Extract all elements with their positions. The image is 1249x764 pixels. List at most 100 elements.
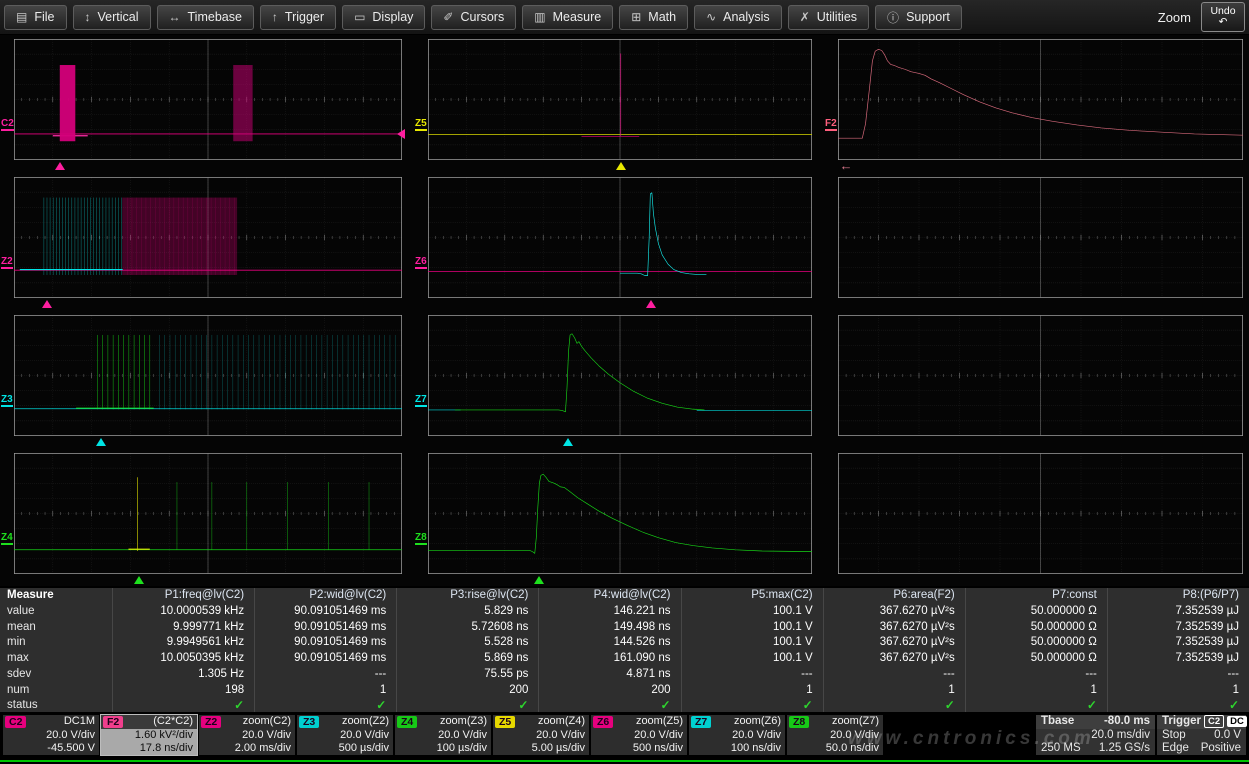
descriptor-offset: 17.8 ns/div [101, 742, 197, 755]
measure-p8-mean: 7.352539 µJ [1107, 620, 1249, 636]
waveform-panel-z6[interactable] [428, 177, 812, 298]
trace-label-cell: Z5 [414, 34, 428, 172]
descriptor-c2[interactable]: C2DC1M20.0 V/div-45.500 V [3, 715, 99, 755]
trace-label-z3[interactable]: Z3 [1, 394, 13, 407]
descriptor-z3[interactable]: Z3zoom(Z2)20.0 V/div500 µs/div [297, 715, 393, 755]
menu-support[interactable]: ⓘSupport [875, 5, 962, 30]
descriptor-z5[interactable]: Z5zoom(Z4)20.0 V/div5.00 µs/div [493, 715, 589, 755]
descriptor-z4[interactable]: Z4zoom(Z3)20.0 V/div100 µs/div [395, 715, 491, 755]
trace-label-c2[interactable]: C2 [1, 118, 14, 131]
trigger-position-marker[interactable] [55, 162, 65, 170]
menu-trigger[interactable]: ↑Trigger [260, 5, 336, 30]
descriptor-source: zoom(Z2) [342, 715, 389, 727]
trigger-position-marker[interactable] [646, 300, 656, 308]
menu-vertical[interactable]: ↕Vertical [73, 5, 151, 30]
descriptor-scale: 1.60 kV²/div [101, 729, 197, 742]
measure-p1-num: 198 [112, 683, 254, 699]
trace-label-z8[interactable]: Z8 [415, 532, 427, 545]
menu-cursors[interactable]: ✐Cursors [431, 5, 516, 30]
descriptor-offset: 100 µs/div [395, 742, 491, 755]
waveform-panel-z7[interactable] [428, 315, 812, 436]
trace-label-z2[interactable]: Z2 [1, 256, 13, 269]
trigger-position-marker[interactable] [534, 576, 544, 584]
descriptor-scale: 20.0 V/div [689, 729, 785, 742]
measure-p3-value: 5.829 ns [396, 604, 538, 620]
waveform-panel-gr4[interactable] [838, 453, 1243, 574]
measure-p3-min: 5.528 ns [396, 635, 538, 651]
menu-measure[interactable]: ▥Measure [522, 5, 613, 30]
descriptor-z2[interactable]: Z2zoom(C2)20.0 V/div2.00 ms/div [199, 715, 295, 755]
descriptor-source: zoom(Z3) [440, 715, 487, 727]
trigger-position-marker[interactable] [96, 438, 106, 446]
channel-tag-z7: Z7 [691, 716, 711, 728]
measure-header-p8[interactable]: P8:(P6/P7) [1107, 588, 1249, 604]
trace-label-cell: F2 [824, 34, 838, 172]
measure-row-label-value: value [0, 604, 112, 620]
descriptor-f2[interactable]: F2(C2*C2)1.60 kV²/div17.8 ns/div [101, 715, 197, 755]
menu-analysis[interactable]: ∿Analysis [694, 5, 782, 30]
menu-label: Cursors [460, 10, 504, 24]
measure-p2-sdev: --- [254, 667, 396, 683]
channel-tag-z3: Z3 [299, 716, 319, 728]
measure-header-p4[interactable]: P4:wid@lv(C2) [538, 588, 680, 604]
menu-label: Support [906, 10, 950, 24]
trace-label-f2[interactable]: F2 [825, 118, 837, 131]
trace-label-z6[interactable]: Z6 [415, 256, 427, 269]
measure-p4-value: 146.221 ns [538, 604, 680, 620]
trace-label-z7[interactable]: Z7 [415, 394, 427, 407]
panel-gap [812, 310, 824, 448]
bottom-accent-line [0, 760, 1249, 762]
measure-row-label-min: min [0, 635, 112, 651]
trace-label-z4[interactable]: Z4 [1, 532, 13, 545]
menu-label: Display [372, 10, 413, 24]
measure-p3-max: 5.869 ns [396, 651, 538, 667]
waveform-panel-z4[interactable] [14, 453, 402, 574]
undo-button[interactable]: Undo ↶ [1201, 2, 1245, 32]
panel-gap [812, 448, 824, 586]
measure-p1-min: 9.9949561 kHz [112, 635, 254, 651]
menu-file[interactable]: ▤File [4, 5, 67, 30]
waveform-panel-z2[interactable] [14, 177, 402, 298]
measure-header-p7[interactable]: P7:const [965, 588, 1107, 604]
waveform-panel-c2[interactable] [14, 39, 402, 160]
waveform-panel-z5[interactable] [428, 39, 812, 160]
menu-utilities[interactable]: ✗Utilities [788, 5, 869, 30]
trace-label-cell: Z4 [0, 448, 14, 586]
waveform-panel-gr3[interactable] [838, 315, 1243, 436]
measure-header-p3[interactable]: P3:rise@lv(C2) [396, 588, 538, 604]
measure-p1-sdev: 1.305 Hz [112, 667, 254, 683]
panel-gap [812, 34, 824, 172]
menu-items: ▤File↕Vertical↔Timebase↑Trigger▭Display✐… [0, 5, 968, 30]
measure-header-p1[interactable]: P1:freq@lv(C2) [112, 588, 254, 604]
trace-label-cell: C2 [0, 34, 14, 172]
menu-timebase[interactable]: ↔Timebase [157, 5, 254, 30]
measure-header-p5[interactable]: P5:max(C2) [681, 588, 823, 604]
trace-label-z5[interactable]: Z5 [415, 118, 427, 131]
measure-header-p6[interactable]: P6:area(F2) [823, 588, 965, 604]
measure-header-p2[interactable]: P2:wid@lv(C2) [254, 588, 396, 604]
trigger-position-marker[interactable] [42, 300, 52, 308]
descriptor-source: (C2*C2) [153, 715, 193, 727]
menu-display[interactable]: ▭Display [342, 5, 425, 30]
menu-label: Trigger [285, 10, 324, 24]
descriptor-offset: 500 ns/div [591, 742, 687, 755]
menu-math[interactable]: ⊞Math [619, 5, 688, 30]
trigger-descriptor[interactable]: Trigger C2DC Stop 0.0 V Edge Positive [1157, 715, 1246, 755]
trigger-badges: C2DC [1201, 715, 1247, 729]
waveform-panel-z3[interactable] [14, 315, 402, 436]
measure-p4-sdev: 4.871 ns [538, 667, 680, 683]
measure-p8-num: 1 [1107, 683, 1249, 699]
descriptor-offset: 2.00 ms/div [199, 742, 295, 755]
measure-row-label-num: num [0, 683, 112, 699]
descriptor-z6[interactable]: Z6zoom(Z5)20.0 V/div500 ns/div [591, 715, 687, 755]
waveform-panel-gr2[interactable] [838, 177, 1243, 298]
descriptor-z7[interactable]: Z7zoom(Z6)20.0 V/div100 ns/div [689, 715, 785, 755]
trigger-position-marker[interactable] [563, 438, 573, 446]
waveform-panel-z8[interactable] [428, 453, 812, 574]
trigger-badge-c2: C2 [1204, 715, 1224, 728]
channel-tag-z8: Z8 [789, 716, 809, 728]
trigger-level-arrow[interactable] [397, 129, 405, 139]
trigger-position-marker[interactable] [616, 162, 626, 170]
waveform-panel-f2[interactable] [838, 39, 1243, 160]
trigger-position-marker[interactable] [134, 576, 144, 584]
